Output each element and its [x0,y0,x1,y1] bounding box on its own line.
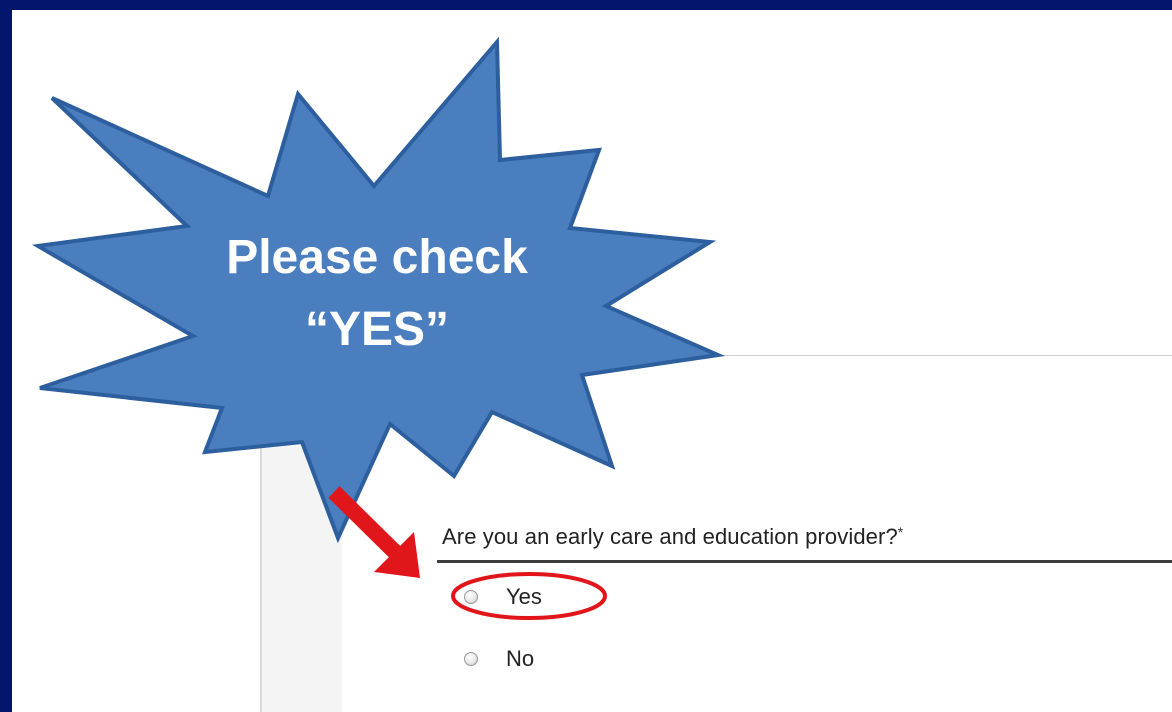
option-yes[interactable]: Yes [464,584,542,610]
callout-line-1: Please check [226,231,528,284]
question-underline [437,560,1172,563]
radio-no[interactable] [464,652,478,666]
panel-shade [262,356,342,712]
callout-text: Please check “YES” [187,222,567,366]
radio-yes[interactable] [464,590,478,604]
slide: Are you an early care and education prov… [12,10,1172,712]
required-marker: * [897,524,904,540]
option-no-label: No [506,646,535,671]
option-no[interactable]: No [464,646,534,672]
callout-line-2: “YES” [304,303,450,356]
option-yes-label: Yes [506,584,542,609]
question-text: Are you an early care and education prov… [442,524,898,549]
question-label: Are you an early care and education prov… [442,524,1172,550]
